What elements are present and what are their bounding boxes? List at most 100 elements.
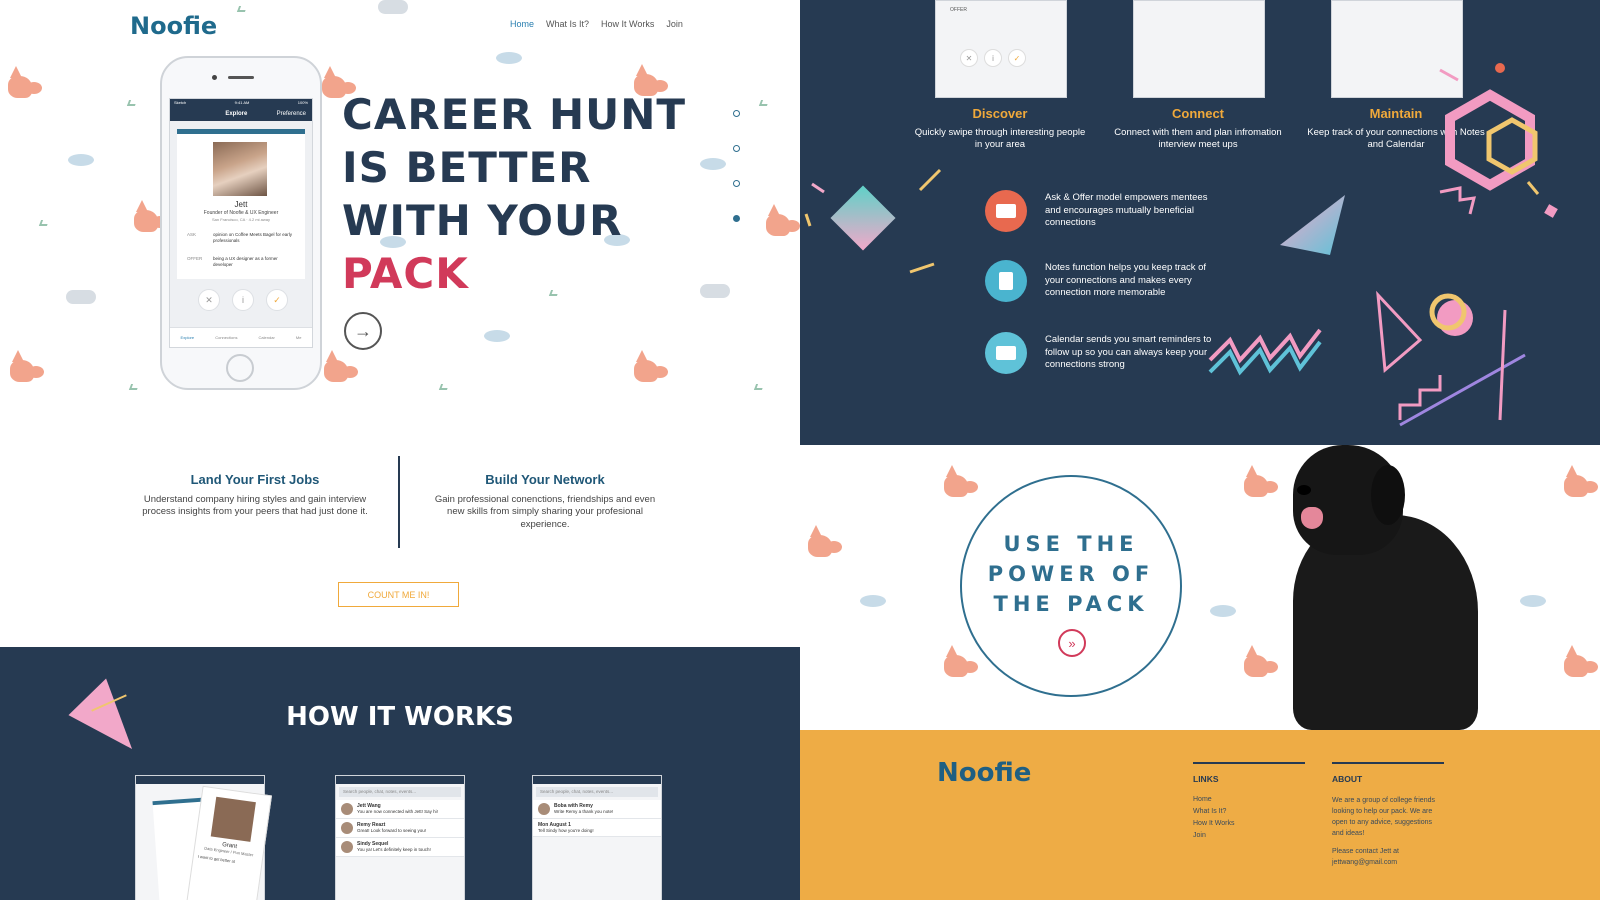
- how-it-works-title: HOW IT WORKS: [286, 702, 514, 732]
- footer-link-join[interactable]: Join: [1193, 832, 1305, 839]
- pack-tagline: USE THE POWER OF THE PACK: [962, 529, 1180, 619]
- nav-join[interactable]: Join: [666, 19, 683, 29]
- arrow-right-icon[interactable]: →: [344, 312, 382, 350]
- screen-messages-preview: Search people, chat, notes, events... Je…: [335, 775, 465, 900]
- hero-headline: CAREER HUNT IS BETTER WITH YOUR PACK: [342, 88, 686, 300]
- footer-links: LINKS Home What Is It? How It Works Join: [1193, 762, 1305, 844]
- rabbit-pattern-icon: [496, 52, 522, 64]
- phone-screen: Sketch 9:41 AM 100% Explore Preference J…: [169, 98, 313, 348]
- fox-pattern-icon: [804, 525, 842, 559]
- fox-pattern-icon: [1240, 645, 1278, 679]
- features-section: OFFER ✕ i ✓ Discover Quickly swipe throu…: [800, 0, 1600, 445]
- tab-explore[interactable]: Explore: [181, 335, 195, 340]
- offer-label: OFFER: [187, 256, 203, 261]
- app-tabbar: Explore Connections Calendar Me: [170, 327, 312, 347]
- camera-icon: [212, 75, 217, 80]
- swipe-actions: ✕ i ✓: [198, 289, 288, 311]
- tab-calendar[interactable]: Calendar: [259, 335, 275, 340]
- accept-icon[interactable]: ✓: [266, 289, 288, 311]
- calendar-row[interactable]: Boba with Remy Write Remy a thank you not…: [533, 800, 661, 819]
- ask-label: ASK: [187, 232, 197, 237]
- cloud-pattern-icon: [378, 0, 408, 14]
- status-time: 9:41 AM: [234, 100, 250, 105]
- fox-pattern-icon: [762, 204, 800, 238]
- headline-accent: PACK: [342, 249, 469, 298]
- hero-section: Noofie Home What Is It? How It Works Joi…: [0, 0, 800, 440]
- fox-pattern-icon: [1560, 645, 1598, 679]
- screen-discover-preview: Grant Data Engineer / Pun Master I want …: [135, 775, 273, 900]
- top-nav: Home What Is It? How It Works Join: [510, 19, 683, 29]
- pager-dot[interactable]: [733, 110, 740, 117]
- calendar-search[interactable]: Search people, chat, notes, events...: [536, 787, 658, 797]
- footer-link-home[interactable]: Home: [1193, 796, 1305, 803]
- cloud-pattern-icon: [66, 290, 96, 304]
- status-battery: 100%: [297, 100, 308, 105]
- info-icon[interactable]: i: [232, 289, 254, 311]
- cloud-pattern-icon: [700, 284, 730, 298]
- footer-brand-logo[interactable]: Noofie: [937, 758, 1031, 788]
- app-nav-title: Explore: [225, 111, 248, 117]
- profile-role: Founder of Noofie & UX Engineer: [203, 210, 279, 216]
- rabbit-pattern-icon: [860, 595, 886, 607]
- app-nav-preference[interactable]: Preference: [277, 111, 306, 117]
- section-pager: [733, 110, 740, 222]
- footer-link-how-it-works[interactable]: How It Works: [1193, 820, 1305, 827]
- message-row[interactable]: Jett Wang You are now connected with Jett…: [336, 800, 464, 819]
- app-navbar: Explore Preference: [170, 107, 312, 121]
- divider: [398, 456, 400, 548]
- benefit-network: Build Your Network Gain professional con…: [430, 472, 660, 531]
- grant-photo: [210, 796, 256, 842]
- fox-pattern-icon: [940, 645, 978, 679]
- profile-photo: [213, 142, 267, 196]
- dog-photo: [1275, 445, 1505, 730]
- how-it-works-section: HOW IT WORKS Grant Data Engineer / Pun M…: [0, 647, 800, 900]
- footer-about-title: ABOUT: [1332, 774, 1363, 784]
- profile-card[interactable]: Jett Founder of Noofie & UX Engineer San…: [177, 129, 305, 279]
- double-chevron-right-icon[interactable]: »: [1058, 629, 1086, 657]
- offer-text: being a UX designer as a former develope…: [213, 256, 278, 267]
- pack-section: USE THE POWER OF THE PACK »: [800, 445, 1600, 730]
- benefit-jobs-title: Land Your First Jobs: [190, 472, 320, 487]
- tab-me[interactable]: Me: [296, 335, 302, 340]
- message-row[interactable]: Sindy Sequel You ya! Let's definitely kee…: [336, 838, 464, 857]
- message-row[interactable]: Remy Reazt Great! Look forward to seeing …: [336, 819, 464, 838]
- benefit-network-text: Gain professional conenctions, friendshi…: [434, 494, 656, 530]
- fox-pattern-icon: [630, 350, 668, 384]
- pager-dot-active[interactable]: [733, 215, 740, 222]
- footer: Noofie LINKS Home What Is It? How It Wor…: [800, 730, 1600, 900]
- profile-location: San Francisco, CA · 4.2 mi away: [211, 217, 271, 222]
- pager-dot[interactable]: [733, 145, 740, 152]
- footer-link-what-is-it[interactable]: What Is It?: [1193, 808, 1305, 815]
- home-button-icon: [226, 354, 254, 382]
- fox-pattern-icon: [1560, 465, 1598, 499]
- rabbit-pattern-icon: [68, 154, 94, 166]
- nav-how-it-works[interactable]: How It Works: [601, 19, 654, 29]
- headline-line-1: CAREER HUNT: [342, 90, 687, 139]
- count-me-in-button[interactable]: COUNT ME IN!: [338, 582, 459, 607]
- benefit-network-title: Build Your Network: [485, 472, 605, 487]
- brand-logo[interactable]: Noofie: [130, 12, 217, 40]
- fox-pattern-icon: [4, 66, 42, 100]
- screen-calendar-preview: Search people, chat, notes, events... Bo…: [532, 775, 662, 900]
- pager-dot[interactable]: [733, 180, 740, 187]
- pack-line-1: USE THE: [1003, 532, 1139, 556]
- nav-what-is-it[interactable]: What Is It?: [546, 19, 589, 29]
- speaker-icon: [228, 76, 254, 79]
- benefit-jobs: Land Your First Jobs Understand company …: [140, 472, 370, 519]
- benefit-jobs-text: Understand company hiring styles and gai…: [142, 494, 368, 518]
- rabbit-pattern-icon: [700, 158, 726, 170]
- messages-search[interactable]: Search people, chat, notes, events...: [339, 787, 461, 797]
- reject-icon[interactable]: ✕: [198, 289, 220, 311]
- pack-line-2: POWER OF: [987, 562, 1155, 586]
- pack-circle: USE THE POWER OF THE PACK »: [960, 475, 1182, 697]
- tab-connections[interactable]: Connections: [215, 335, 237, 340]
- footer-links-title: LINKS: [1193, 774, 1219, 784]
- nav-home[interactable]: Home: [510, 19, 534, 29]
- rabbit-pattern-icon: [1210, 605, 1236, 617]
- calendar-row[interactable]: Mon August 1 Tell Sindy how you're doing!: [533, 819, 661, 838]
- fox-pattern-icon: [940, 465, 978, 499]
- footer-about: ABOUT We are a group of college friends …: [1332, 762, 1444, 869]
- pack-line-3: THE PACK: [993, 592, 1149, 616]
- footer-contact-text: Please contact Jett at jettwang@gmail.co…: [1332, 848, 1399, 867]
- memphis-decoration-icon: [804, 63, 1558, 427]
